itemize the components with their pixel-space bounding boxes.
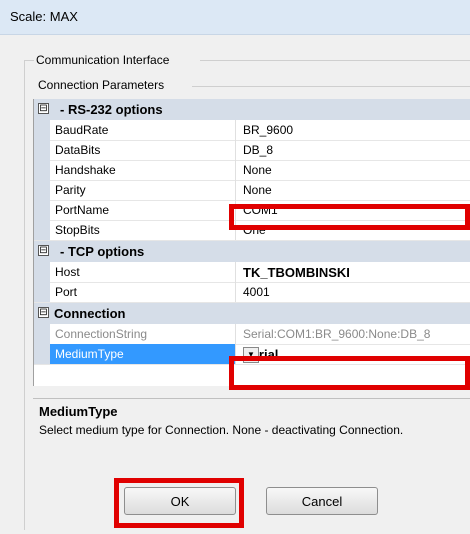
- property-value[interactable]: COM1: [236, 200, 470, 220]
- property-name: DataBits: [50, 140, 236, 160]
- cancel-button[interactable]: Cancel: [266, 487, 378, 515]
- collapse-toggle-icon[interactable]: ⊟: [38, 103, 49, 114]
- property-value-text: 4001: [243, 285, 270, 299]
- property-row-portname[interactable]: PortName COM1: [34, 200, 470, 221]
- property-row-stopbits[interactable]: StopBits One: [34, 220, 470, 241]
- group-communication-border: [24, 60, 25, 530]
- row-gutter: [34, 344, 50, 364]
- property-name: PortName: [50, 200, 236, 220]
- row-gutter: [34, 262, 50, 282]
- collapse-toggle-icon[interactable]: ⊟: [38, 307, 49, 318]
- property-value-text: Serial:COM1:BR_9600:None:DB_8: [243, 327, 431, 341]
- property-name: MediumType: [50, 344, 236, 364]
- property-value[interactable]: BR_9600: [236, 120, 470, 140]
- help-title: MediumType: [39, 404, 118, 419]
- property-row-databits[interactable]: DataBits DB_8: [34, 140, 470, 161]
- title-bar[interactable]: Scale: MAX: [0, 0, 470, 35]
- property-name: Port: [50, 282, 236, 302]
- property-name-text: BaudRate: [55, 123, 109, 137]
- property-name: ConnectionString: [50, 324, 236, 344]
- property-value-text: COM1: [243, 203, 278, 217]
- property-row-handshake[interactable]: Handshake None: [34, 160, 470, 181]
- group-communication-divider: [200, 60, 470, 61]
- row-gutter: [34, 160, 50, 180]
- group-connection-divider: [192, 86, 470, 87]
- row-gutter: [34, 324, 50, 344]
- property-name: Handshake: [50, 160, 236, 180]
- property-name-text: Handshake: [55, 163, 116, 177]
- property-name: Parity: [50, 180, 236, 200]
- property-value[interactable]: DB_8: [236, 140, 470, 160]
- property-row-port[interactable]: Port 4001: [34, 282, 470, 303]
- window-title: Scale: MAX: [10, 9, 78, 24]
- property-value[interactable]: 4001: [236, 282, 470, 302]
- category-rs232[interactable]: ⊟ - RS-232 options: [34, 99, 470, 120]
- dialog-window: Scale: MAX Communication Interface Conne…: [0, 0, 470, 534]
- row-gutter: [34, 200, 50, 220]
- ok-button[interactable]: OK: [124, 487, 236, 515]
- property-name: BaudRate: [50, 120, 236, 140]
- property-row-parity[interactable]: Parity None: [34, 180, 470, 201]
- property-value-text: DB_8: [243, 143, 274, 157]
- property-value-text: None: [243, 183, 272, 197]
- row-gutter: [34, 120, 50, 140]
- property-value[interactable]: One: [236, 220, 470, 240]
- row-gutter: [34, 282, 50, 302]
- property-grid[interactable]: ⊟ - RS-232 options BaudRate BR_9600 Data…: [33, 99, 470, 386]
- property-value[interactable]: None: [236, 160, 470, 180]
- category-tcp[interactable]: ⊟ - TCP options: [34, 241, 470, 262]
- property-row-host[interactable]: Host TK_TBOMBINSKI: [34, 262, 470, 283]
- property-value: Serial:COM1:BR_9600:None:DB_8: [236, 324, 470, 344]
- property-row-connectionstring[interactable]: ConnectionString Serial:COM1:BR_9600:Non…: [34, 324, 470, 345]
- row-gutter: [34, 220, 50, 240]
- category-connection[interactable]: ⊟ Connection: [34, 303, 470, 324]
- collapse-toggle-icon[interactable]: ⊟: [38, 245, 49, 256]
- property-value-text: One: [243, 223, 266, 237]
- property-name-text: Port: [55, 285, 78, 299]
- property-row-mediumtype[interactable]: MediumType Serial ▼: [34, 344, 470, 365]
- help-text: Select medium type for Connection. None …: [39, 423, 404, 437]
- mediumtype-dropdown[interactable]: Serial ▼: [236, 344, 470, 364]
- category-label: - RS-232 options: [60, 102, 163, 117]
- property-value[interactable]: TK_TBOMBINSKI: [236, 262, 470, 282]
- property-value[interactable]: None: [236, 180, 470, 200]
- property-name-text: PortName: [55, 203, 110, 217]
- category-label: Connection: [54, 306, 126, 321]
- property-name-text: StopBits: [55, 223, 100, 237]
- property-name: Host: [50, 262, 236, 282]
- property-value-text: None: [243, 163, 272, 177]
- category-label: - TCP options: [60, 244, 145, 259]
- property-name-text: MediumType: [55, 347, 124, 361]
- property-name-text: Parity: [55, 183, 86, 197]
- property-value-text: BR_9600: [243, 123, 294, 137]
- chevron-down-icon[interactable]: ▼: [243, 347, 259, 363]
- help-panel: MediumType Select medium type for Connec…: [33, 398, 470, 459]
- property-name-text: Host: [55, 265, 80, 279]
- property-name: StopBits: [50, 220, 236, 240]
- property-name-text: ConnectionString: [55, 327, 148, 341]
- property-name-text: DataBits: [55, 143, 101, 157]
- row-gutter: [34, 140, 50, 160]
- row-gutter: [34, 180, 50, 200]
- property-value-text: TK_TBOMBINSKI: [243, 265, 350, 280]
- group-communication-divider-left: [24, 60, 34, 61]
- group-connection-label: Connection Parameters: [38, 78, 165, 92]
- group-communication-label: Communication Interface: [36, 53, 170, 67]
- property-row-baudrate[interactable]: BaudRate BR_9600: [34, 120, 470, 141]
